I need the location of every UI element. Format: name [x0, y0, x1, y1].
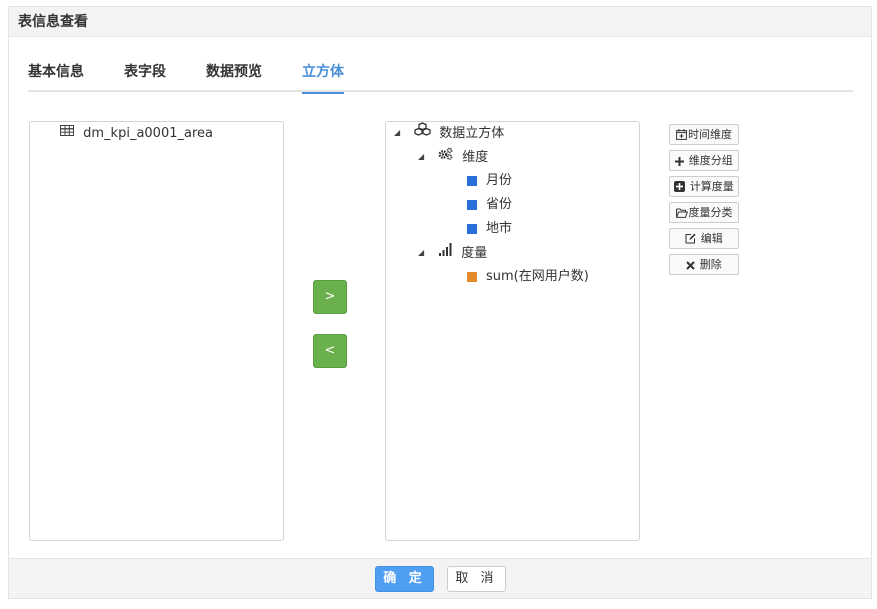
source-tree-panel: dm_kpi_a0001_area [29, 121, 284, 541]
calendar-plus-icon [676, 129, 687, 140]
collapse-triangle-icon[interactable]: ◢ [394, 122, 406, 144]
cancel-button[interactable]: 取 消 [447, 566, 506, 592]
dimension-item[interactable]: 月份 [467, 170, 512, 192]
dimension-group-button[interactable]: 维度分组 [669, 150, 739, 171]
delete-button[interactable]: 删除 [669, 254, 739, 275]
dimension-item-label: 省份 [486, 197, 513, 212]
tab-cube[interactable]: 立方体 [302, 61, 344, 94]
table-info-dialog: 表信息查看 基本信息 表字段 数据预览 立方体 dm_kpi_a0001_are… [8, 6, 872, 599]
dialog-footer: 确 定 取 消 [9, 558, 871, 598]
plus-icon [675, 157, 685, 166]
table-name-label: dm_kpi_a0001_area [83, 125, 213, 141]
cube-tree-panel: ◢ 数据立方体 ◢ 维度 月份 省份 地市 ◢ 度量 sum(在网用户数) [385, 121, 640, 541]
cubes-icon [414, 122, 431, 144]
close-icon [686, 261, 695, 270]
measure-square-icon [467, 271, 477, 282]
tree-node-cube-root[interactable]: ◢ 数据立方体 [394, 122, 504, 144]
tree-node-table[interactable]: dm_kpi_a0001_area [60, 122, 213, 144]
signal-bars-icon [438, 242, 452, 264]
add-to-cube-button[interactable]: > [313, 280, 347, 314]
dimension-item[interactable]: 省份 [467, 194, 512, 216]
confirm-button[interactable]: 确 定 [375, 566, 434, 592]
collapse-triangle-icon[interactable]: ◢ [418, 146, 430, 168]
time-dimension-button[interactable]: 时间维度 [669, 124, 739, 145]
tab-bar: 基本信息 表字段 数据预览 立方体 [28, 61, 853, 94]
dimensions-label: 维度 [462, 149, 489, 165]
remove-from-cube-button[interactable]: < [313, 334, 347, 368]
dimension-square-icon [467, 199, 477, 210]
tree-node-dimensions[interactable]: ◢ 维度 [418, 146, 488, 168]
edit-button[interactable]: 编辑 [669, 228, 739, 249]
dimension-square-icon [467, 223, 477, 234]
measure-category-label: 度量分类 [688, 206, 733, 219]
dialog-title: 表信息查看 [9, 7, 871, 37]
measure-item-label: sum(在网用户数) [486, 269, 589, 284]
edit-icon [685, 233, 696, 244]
calc-measure-label: 计算度量 [689, 180, 734, 193]
dimension-square-icon [467, 175, 477, 186]
tab-data-preview[interactable]: 数据预览 [206, 61, 262, 92]
cogs-icon [438, 146, 453, 168]
measures-label: 度量 [461, 245, 488, 261]
tab-basic-info[interactable]: 基本信息 [28, 61, 84, 92]
tab-table-fields[interactable]: 表字段 [124, 61, 166, 92]
table-icon [60, 122, 74, 144]
tree-node-measures[interactable]: ◢ 度量 [418, 242, 487, 264]
dimension-item-label: 地市 [486, 221, 513, 236]
dimension-item[interactable]: 地市 [467, 218, 512, 240]
dimension-group-label: 维度分组 [688, 154, 733, 167]
edit-label: 编辑 [700, 232, 723, 245]
delete-label: 删除 [699, 258, 722, 271]
calc-measure-button[interactable]: 计算度量 [669, 176, 739, 197]
measure-category-button[interactable]: 度量分类 [669, 202, 739, 223]
folder-open-icon [675, 208, 688, 218]
cube-root-label: 数据立方体 [439, 125, 505, 141]
measure-item[interactable]: sum(在网用户数) [467, 266, 589, 288]
collapse-triangle-icon[interactable]: ◢ [418, 242, 430, 264]
plus-square-icon [674, 181, 686, 192]
dimension-item-label: 月份 [486, 173, 513, 188]
time-dimension-label: 时间维度 [688, 128, 732, 141]
